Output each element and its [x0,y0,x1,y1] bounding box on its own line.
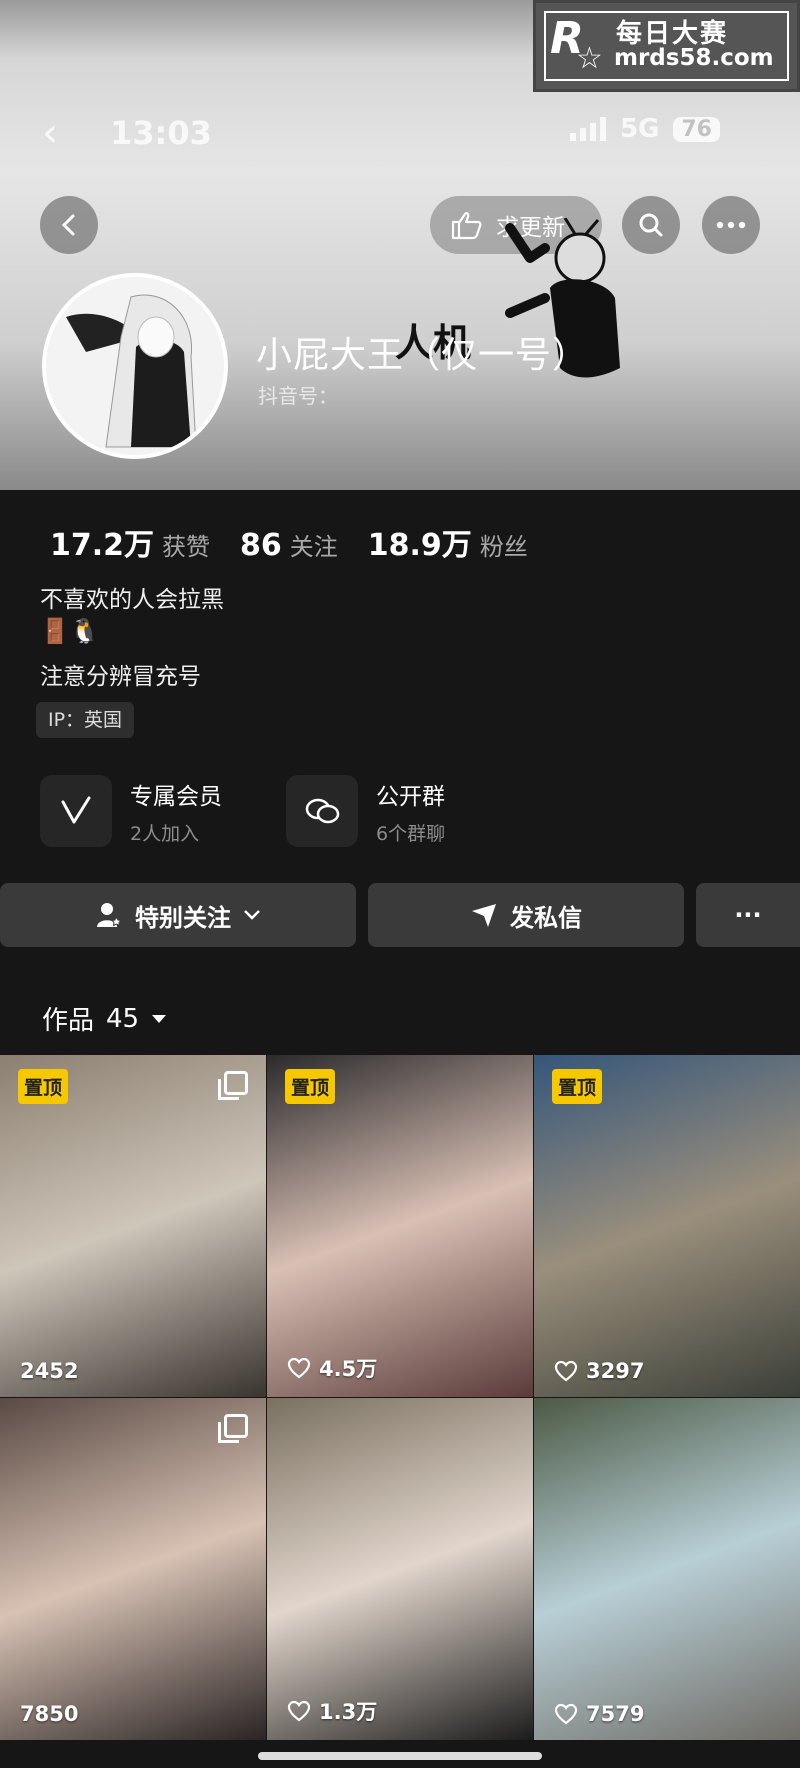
status-indicators: 5G 76 [569,114,720,144]
video-likes: 2452 [20,1359,78,1383]
watermark-url: mrds58.com [614,45,774,71]
back-button[interactable] [40,196,98,254]
feature-subtitle: 6个群聊 [376,822,446,845]
v-badge-icon [40,775,112,847]
more-actions-button[interactable]: ··· [696,883,800,947]
bio-line-1: 不喜欢的人会拉黑 [40,587,224,613]
profile-stats: 17.2万 获赞 86 关注 18.9万 粉丝 [50,520,528,564]
stat-followers[interactable]: 18.9万 粉丝 [368,520,528,564]
video-likes-count: 7579 [586,1702,645,1726]
feature-public-group[interactable]: 公开群 6个群聊 [286,775,445,847]
special-follow-label: 特别关注 [135,903,231,932]
bio-line-2-emoji: 🚪🐧 [40,617,100,645]
home-indicator [258,1752,542,1760]
heart-icon [554,1360,578,1382]
stat-followers-label: 粉丝 [479,533,528,561]
chevron-down-icon [244,910,260,920]
ip-location-tag: IP：英国 [36,702,135,738]
video-likes: 3297 [554,1359,644,1383]
pointing-hand-icon [451,212,482,240]
network-type: 5G [619,114,660,144]
video-likes-count: 1.3万 [319,1700,378,1724]
video-likes: 7850 [20,1702,78,1726]
video-likes: 7579 [554,1702,644,1726]
send-plane-icon [472,904,496,927]
user-star-icon [97,903,123,927]
signal-icon [569,117,606,141]
douyin-id-label[interactable]: 抖音号： [258,380,338,409]
stat-likes-label: 获赞 [162,533,211,561]
status-time: 13:03 [110,114,212,152]
feature-subtitle: 2人加入 [130,822,200,845]
avatar-image [46,277,224,455]
video-thumbnail[interactable]: 1.3万 [267,1398,533,1740]
works-count: 45 [106,1003,140,1034]
video-thumbnail[interactable]: 置顶 2452 [0,1055,266,1397]
video-thumbnail[interactable]: 7579 [534,1398,800,1740]
watermark: R ☆ 每日大赛 mrds58.com [533,0,800,92]
pinned-badge: 置顶 [18,1069,69,1104]
stat-likes-value: 17.2万 [50,528,155,563]
stat-following[interactable]: 86 关注 [240,527,338,563]
multi-image-icon [218,1414,248,1443]
heart-icon [287,1357,311,1379]
avatar[interactable] [42,273,228,459]
special-follow-button[interactable]: 特别关注 [0,883,356,947]
search-icon [639,213,663,237]
feature-title: 专属会员 [130,783,222,810]
status-bar: ‹ 13:03 5G 76 [0,96,800,166]
video-thumbnail[interactable]: 7850 [0,1398,266,1740]
video-likes-count: 2452 [20,1359,79,1383]
heart-icon [287,1700,311,1722]
feature-exclusive-membership[interactable]: 专属会员 2人加入 [40,775,222,847]
battery-level: 76 [673,116,720,142]
stat-following-value: 86 [240,528,282,563]
multi-image-icon [218,1071,248,1100]
works-tab-label: 作品 [42,1006,95,1036]
heart-icon [554,1703,578,1725]
stat-followers-value: 18.9万 [367,528,472,563]
stat-likes[interactable]: 17.2万 获赞 [50,520,210,564]
bio-line-3: 注意分辨冒充号 [40,664,201,690]
video-likes: 4.5万 [287,1353,377,1383]
chevron-left-icon [61,214,75,236]
video-likes-count: 4.5万 [319,1357,378,1381]
feature-title: 公开群 [376,783,445,810]
video-likes: 1.3万 [287,1696,377,1726]
tab-works[interactable]: 作品 45 [42,1000,167,1037]
caret-down-icon [152,1014,167,1023]
status-back-chevron-icon: ‹ [42,110,58,156]
video-thumbnail[interactable]: 置顶 4.5万 [267,1055,533,1397]
more-options-button[interactable] [702,196,760,254]
chat-bubbles-icon [286,775,358,847]
more-actions-label: ··· [734,901,762,929]
nickname: 小屁大王（仅一号） [256,335,590,376]
more-dots-icon [716,221,746,229]
video-thumbnail[interactable]: 置顶 3297 [534,1055,800,1397]
video-likes-count: 7850 [20,1702,79,1726]
video-likes-count: 3297 [586,1359,645,1383]
stat-following-label: 关注 [289,533,338,561]
send-message-label: 发私信 [510,903,582,932]
send-message-button[interactable]: 发私信 [368,883,684,947]
pinned-badge: 置顶 [285,1069,336,1104]
star-icon: ☆ [576,41,603,76]
pinned-badge: 置顶 [552,1069,603,1104]
